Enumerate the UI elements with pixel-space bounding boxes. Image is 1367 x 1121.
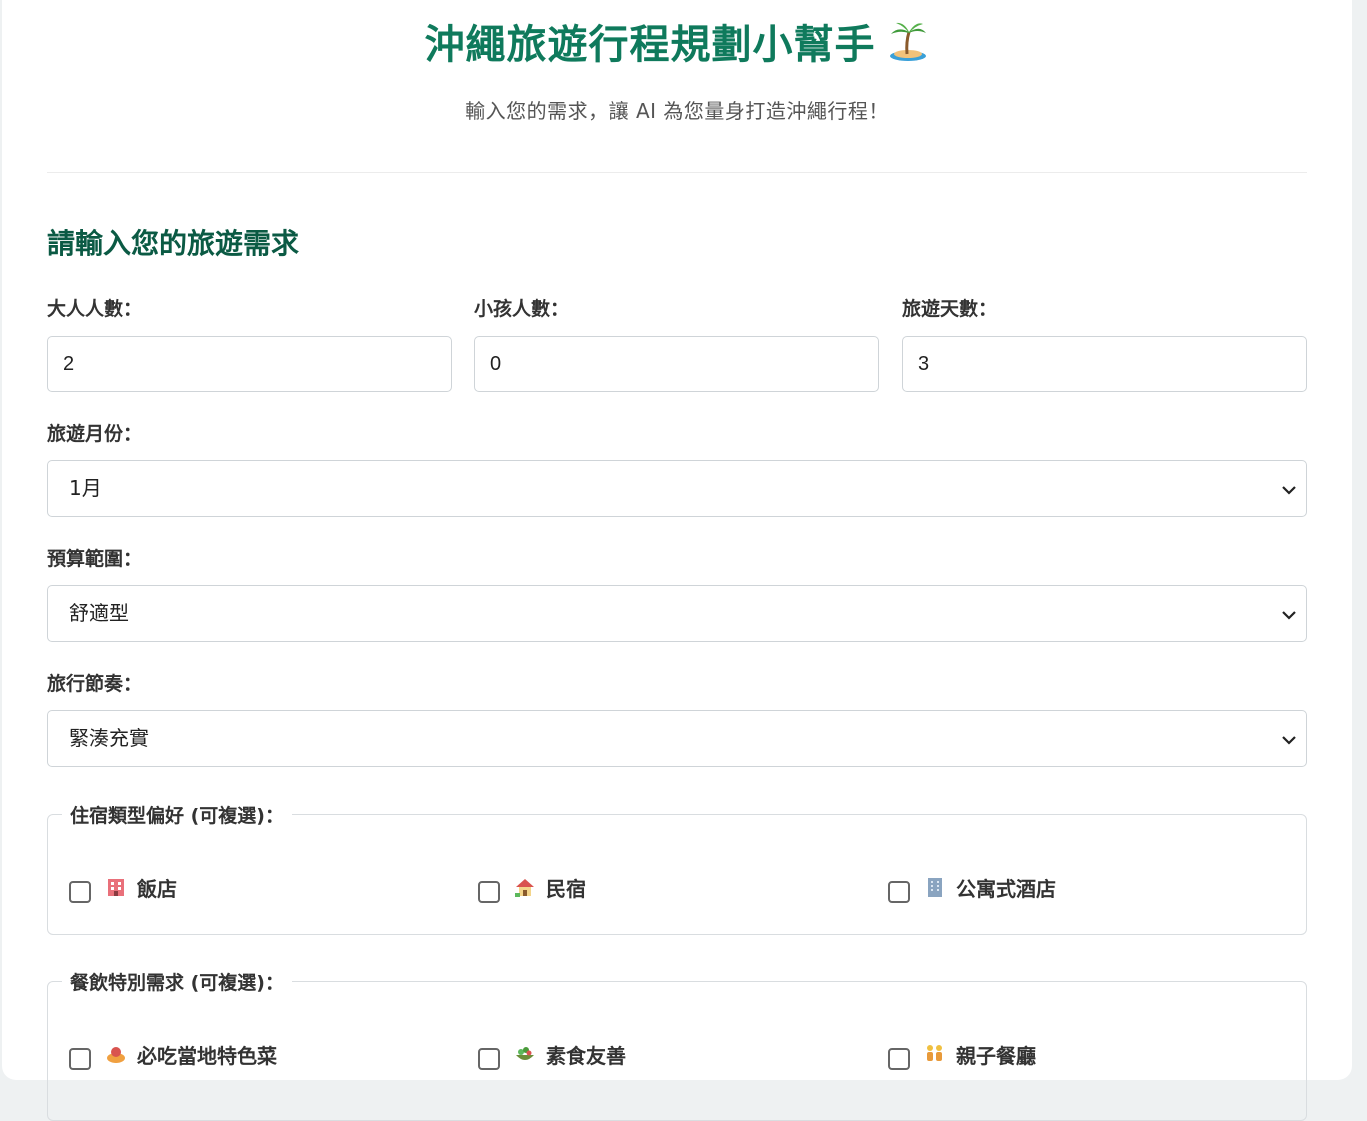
budget-select-value: 舒適型: [69, 601, 129, 625]
pace-select-value: 緊湊充實: [69, 726, 149, 750]
budget-select[interactable]: 舒適型: [47, 585, 1307, 642]
chevron-down-icon: [1282, 486, 1296, 495]
hotel-icon: [108, 879, 124, 896]
accommodation-option-hotel[interactable]: 飯店: [69, 871, 177, 903]
apartment-checkbox[interactable]: [888, 881, 910, 903]
pace-select[interactable]: 緊湊充實: [47, 710, 1307, 767]
food-icon: [107, 1047, 125, 1063]
family-restaurant-checkbox[interactable]: [888, 1048, 910, 1070]
local-food-checkbox[interactable]: [69, 1048, 91, 1070]
family-restaurant-label: 親子餐廳: [956, 1043, 1036, 1068]
budget-label: 預算範圍：: [47, 548, 143, 570]
adults-input[interactable]: 2: [47, 336, 452, 392]
dining-option-local-food[interactable]: 必吃當地特色菜: [69, 1038, 277, 1070]
dining-legend: 餐飲特別需求 (可複選)：: [62, 968, 292, 995]
bnb-label: 民宿: [546, 876, 586, 901]
accommodation-option-apartment[interactable]: 公寓式酒店: [888, 871, 1056, 903]
accommodation-group: 住宿類型偏好 (可複選)： 飯店 民宿 公寓式酒店: [47, 801, 1307, 935]
accommodation-legend: 住宿類型偏好 (可複選)：: [62, 801, 292, 828]
vegetarian-label: 素食友善: [546, 1043, 626, 1068]
hotel-checkbox[interactable]: [69, 881, 91, 903]
page-subtitle: 輸入您的需求，讓 AI 為您量身打造沖繩行程！: [465, 99, 889, 123]
children-input[interactable]: 0: [474, 336, 879, 392]
days-input[interactable]: 3: [902, 336, 1307, 392]
page-header: 沖繩旅遊行程規劃小幫手 輸入您的需求，讓 AI 為您量身打造沖繩行程！: [47, 0, 1307, 173]
hotel-label: 飯店: [137, 876, 177, 901]
local-food-label: 必吃當地特色菜: [137, 1043, 277, 1068]
accommodation-option-bnb[interactable]: 民宿: [478, 871, 586, 903]
salad-icon: [516, 1047, 534, 1060]
children-label: 小孩人數：: [474, 298, 570, 320]
apartment-label: 公寓式酒店: [956, 876, 1056, 901]
pace-label: 旅行節奏：: [47, 673, 143, 695]
dining-option-family[interactable]: 親子餐廳: [888, 1038, 1036, 1070]
house-icon: [515, 879, 534, 897]
family-icon: [927, 1045, 942, 1061]
days-label: 旅遊天數：: [902, 298, 998, 320]
dining-option-vegetarian[interactable]: 素食友善: [478, 1038, 626, 1070]
page-title-text: 沖繩旅遊行程規劃小幫手: [424, 22, 876, 68]
form-section-title: 請輸入您的旅遊需求: [47, 227, 300, 260]
planner-card: 沖繩旅遊行程規劃小幫手 輸入您的需求，讓 AI 為您量身打造沖繩行程！ 請輸入您…: [2, 0, 1352, 1121]
chevron-down-icon: [1282, 736, 1296, 745]
palm-island-icon: [889, 22, 926, 61]
month-label: 旅遊月份：: [47, 423, 143, 445]
month-select[interactable]: 1月: [47, 460, 1307, 517]
adults-label: 大人人數：: [47, 298, 143, 320]
office-building-icon: [928, 878, 942, 897]
page-title: 沖繩旅遊行程規劃小幫手: [47, 18, 1307, 71]
dining-group: 餐飲特別需求 (可複選)： 必吃當地特色菜 素食友善 親子餐廳: [47, 968, 1307, 1121]
vegetarian-checkbox[interactable]: [478, 1048, 500, 1070]
chevron-down-icon: [1282, 611, 1296, 620]
month-select-value: 1月: [69, 476, 102, 500]
bnb-checkbox[interactable]: [478, 881, 500, 903]
